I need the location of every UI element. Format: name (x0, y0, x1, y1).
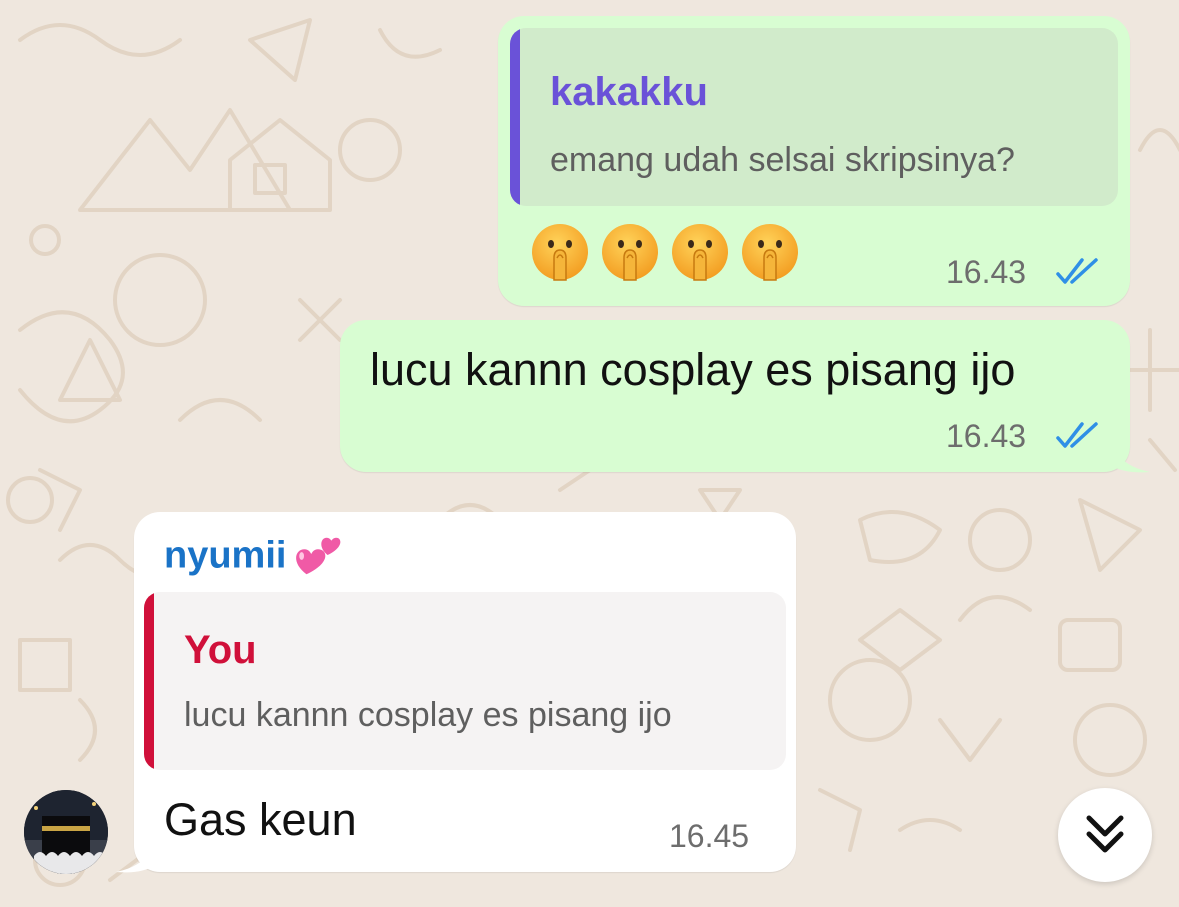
quote-accent-bar (144, 592, 154, 770)
avatar-image (24, 790, 108, 874)
message-text: Gas keun (164, 794, 357, 845)
shushing-face-emoji (602, 224, 658, 281)
quoted-message[interactable]: kakakku emang udah selsai skripsinya? (510, 28, 1118, 206)
quote-accent-bar (510, 28, 520, 206)
scroll-to-bottom-button[interactable] (1058, 788, 1152, 882)
outgoing-message-bubble[interactable]: kakakku emang udah selsai skripsinya? 16… (498, 16, 1130, 306)
message-timestamp: 16.43 (946, 254, 1027, 290)
shushing-face-emoji (742, 224, 798, 281)
chevron-double-down-icon (1086, 815, 1124, 853)
read-receipt-icon (1056, 258, 1098, 284)
message-timestamp: 16.45 (669, 818, 750, 854)
two-hearts-icon (296, 537, 341, 575)
quoted-message[interactable]: You lucu kannn cosplay es pisang ijo (144, 592, 786, 770)
bubble-tail (116, 844, 154, 873)
incoming-message-bubble[interactable]: nyumii You lucu kannn cosplay es pisang … (134, 512, 796, 872)
sender-name: nyumii (164, 534, 287, 577)
sender-name-row: nyumii (164, 532, 341, 582)
avatar[interactable] (24, 790, 108, 874)
quote-text: lucu kannn cosplay es pisang ijo (184, 696, 672, 734)
bubble-tail (1112, 444, 1150, 473)
outgoing-message-bubble[interactable]: lucu kannn cosplay es pisang ijo 16.43 (340, 320, 1130, 472)
message-text: lucu kannn cosplay es pisang ijo (370, 344, 1016, 395)
message-timestamp: 16.43 (946, 418, 1027, 454)
quote-sender-name: kakakku (550, 70, 708, 114)
quote-sender-name: You (184, 628, 257, 672)
read-receipt-icon (1056, 422, 1098, 448)
shushing-face-emoji (532, 224, 588, 281)
quote-text: emang udah selsai skripsinya? (550, 141, 1015, 179)
shushing-face-emoji (672, 224, 728, 281)
